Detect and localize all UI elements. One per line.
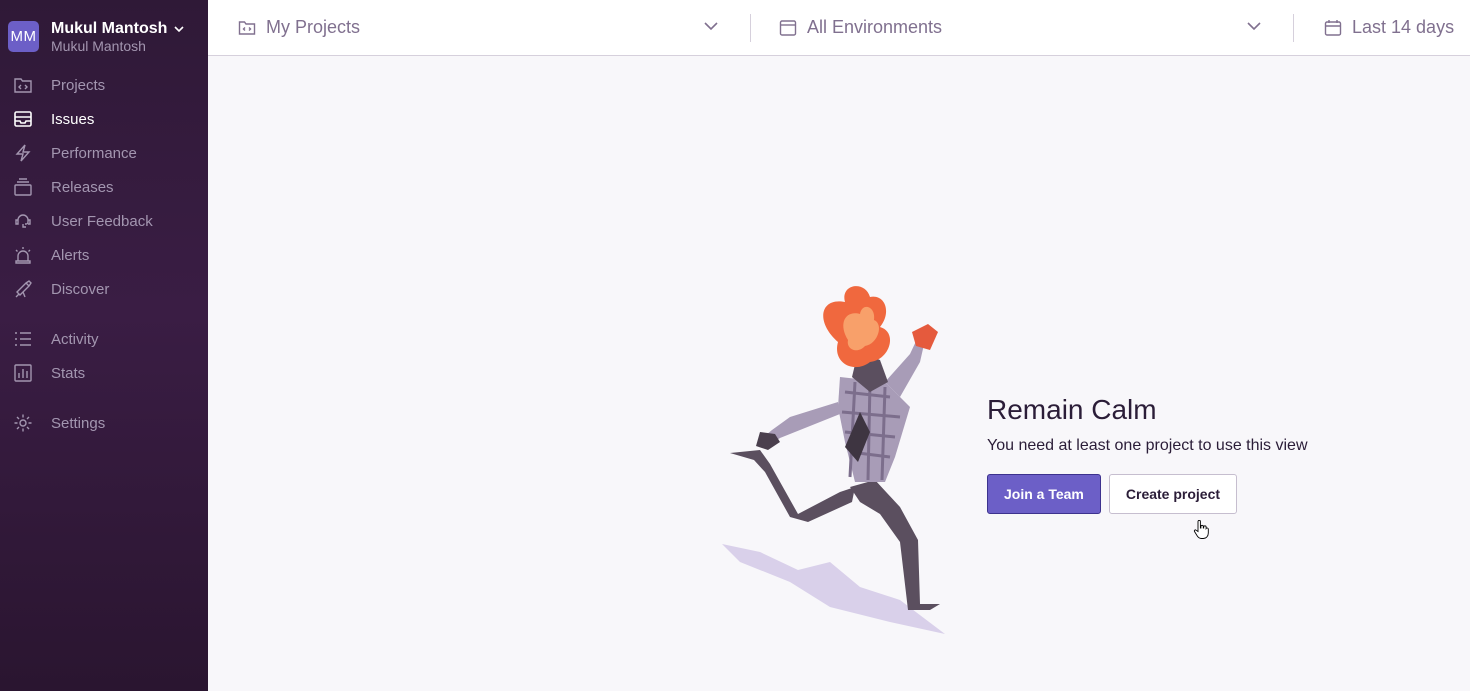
main-content: Remain Calm You need at least one projec… bbox=[208, 56, 1470, 691]
alerts-icon bbox=[12, 244, 34, 266]
sidebar-item-label: Issues bbox=[51, 110, 95, 128]
project-selector-label: My Projects bbox=[266, 17, 361, 37]
sidebar-item-activity[interactable]: Activity bbox=[0, 322, 208, 356]
sidebar-item-settings[interactable]: Settings bbox=[0, 406, 208, 440]
activity-icon bbox=[12, 328, 34, 350]
sidebar-item-user-feedback[interactable]: User Feedback bbox=[0, 204, 208, 238]
sidebar-item-label: Activity bbox=[51, 330, 99, 348]
projects-icon bbox=[12, 74, 34, 96]
chevron-down-icon bbox=[174, 25, 185, 32]
calendar-icon bbox=[1324, 19, 1342, 36]
chevron-down-icon bbox=[704, 22, 718, 31]
empty-state: Remain Calm You need at least one projec… bbox=[987, 396, 1308, 514]
sidebar-item-label: Discover bbox=[51, 280, 110, 298]
sidebar-item-label: Performance bbox=[51, 144, 137, 162]
user-feedback-icon bbox=[12, 210, 34, 232]
sidebar-item-label: User Feedback bbox=[51, 212, 153, 230]
sidebar-item-issues[interactable]: Issues bbox=[0, 102, 208, 136]
sidebar-item-discover[interactable]: Discover bbox=[0, 272, 208, 306]
sidebar-item-stats[interactable]: Stats bbox=[0, 356, 208, 390]
org-name: Mukul Mantosh bbox=[51, 19, 168, 37]
date-range-selector[interactable]: Last 14 days bbox=[1294, 0, 1454, 55]
empty-state-title: Remain Calm bbox=[987, 394, 1157, 425]
sidebar: MM Mukul Mantosh Mukul Mantosh Projects … bbox=[0, 0, 208, 691]
project-selector[interactable]: My Projects bbox=[208, 0, 750, 55]
stats-icon bbox=[12, 362, 34, 384]
chevron-down-icon bbox=[1247, 22, 1261, 31]
discover-icon bbox=[12, 278, 34, 300]
sidebar-item-projects[interactable]: Projects bbox=[0, 68, 208, 102]
org-switcher[interactable]: MM Mukul Mantosh Mukul Mantosh bbox=[0, 0, 208, 56]
page-filters-bar: My Projects All Environments Last 14 day… bbox=[208, 0, 1470, 56]
running-man-illustration bbox=[722, 286, 945, 634]
issues-icon bbox=[12, 108, 34, 130]
performance-icon bbox=[12, 142, 34, 164]
sidebar-item-releases[interactable]: Releases bbox=[0, 170, 208, 204]
environment-selector-label: All Environments bbox=[807, 17, 943, 37]
join-team-button[interactable]: Join a Team bbox=[987, 474, 1101, 514]
sidebar-item-performance[interactable]: Performance bbox=[0, 136, 208, 170]
environment-icon bbox=[779, 19, 797, 36]
empty-state-message: You need at least one project to use thi… bbox=[987, 437, 1308, 454]
sidebar-item-label: Stats bbox=[51, 364, 86, 382]
hand-cursor-icon bbox=[1193, 520, 1209, 539]
sidebar-item-alerts[interactable]: Alerts bbox=[0, 238, 208, 272]
avatar[interactable]: MM bbox=[8, 21, 39, 52]
sidebar-item-label: Releases bbox=[51, 178, 114, 196]
create-project-button[interactable]: Create project bbox=[1108, 474, 1238, 514]
settings-icon bbox=[12, 412, 34, 434]
sidebar-item-label: Alerts bbox=[51, 246, 90, 264]
sidebar-item-label: Settings bbox=[51, 414, 106, 432]
org-subname: Mukul Mantosh bbox=[51, 37, 146, 54]
project-folder-icon bbox=[238, 20, 256, 35]
releases-icon bbox=[12, 176, 34, 198]
environment-selector[interactable]: All Environments bbox=[751, 0, 1293, 55]
sidebar-item-label: Projects bbox=[51, 76, 106, 94]
date-range-label: Last 14 days bbox=[1352, 17, 1455, 37]
